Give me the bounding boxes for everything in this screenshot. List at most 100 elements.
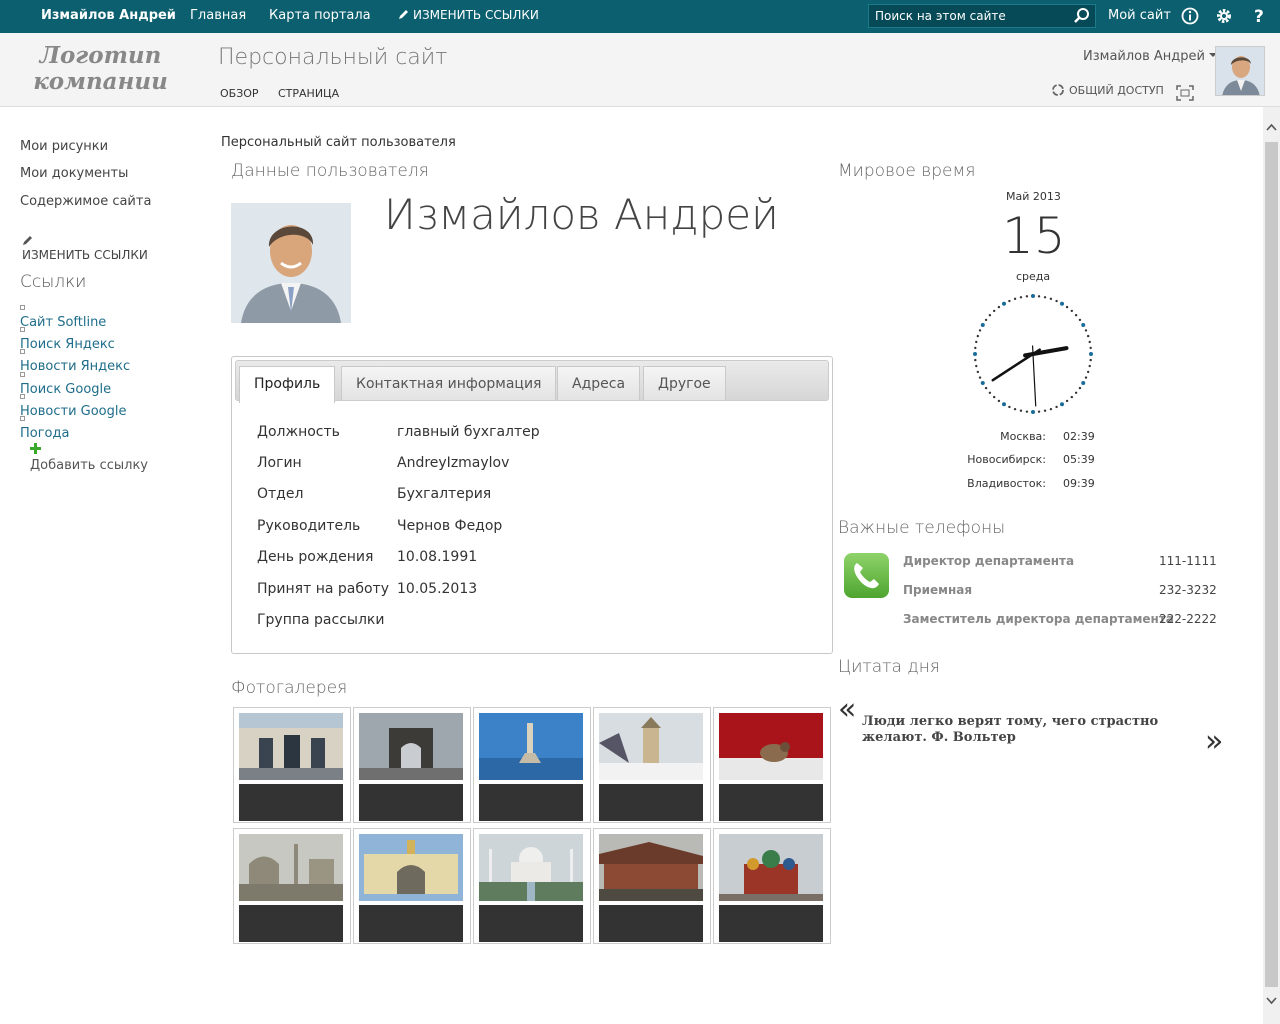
share-icon [1052,84,1064,96]
phones-title: Важные телефоны [838,518,1006,538]
link-weather[interactable]: Погода [20,411,69,441]
clock-tick [988,313,992,317]
clock-tick [1043,296,1047,299]
gallery-image [359,834,463,901]
gallery-photo[interactable] [593,828,711,944]
nav-edit-links[interactable]: ИЗМЕНИТЬ ССЫЛКИ [22,234,148,262]
user-photo [231,203,351,323]
scrollbar-thumb[interactable] [1265,142,1278,987]
tab-contact-info[interactable]: Контактная информация [341,366,557,400]
gallery-photo[interactable] [233,707,351,823]
profile-label: Группа рассылки [257,612,385,628]
avatar[interactable] [1215,46,1265,96]
clock-tick [1008,405,1011,409]
user-menu[interactable]: Измайлов Андрей [1083,49,1218,64]
subnav-page[interactable]: СТРАНИЦА [278,87,339,100]
phone-icon [844,553,889,598]
clock-tick [992,309,996,313]
clock-tick [1084,376,1088,379]
clock-tick [984,318,988,322]
phone-number: 232-3232 [1159,583,1217,597]
focus-icon[interactable] [1176,85,1194,101]
profile-value: главный бухгалтер [397,424,540,440]
clock-tick [1013,407,1017,411]
clock-tick [1002,301,1006,306]
clock-tick [1002,402,1006,407]
clock-tick [1060,301,1064,306]
vertical-scrollbar[interactable] [1263,107,1280,1024]
clock-tick [975,364,978,368]
share-button[interactable]: ОБЩИЙ ДОСТУП [1051,83,1164,97]
bullet-icon [20,305,25,310]
clock-tick [1078,318,1082,322]
add-link-label: Добавить ссылку [30,458,148,473]
gallery-photo[interactable] [713,828,831,944]
tab-profile[interactable]: Профиль [239,366,336,403]
city-name: Владивосток: [967,477,1046,490]
tab-other[interactable]: Другое [643,366,726,400]
clock-tick [1081,381,1086,385]
pencil-icon [23,236,32,245]
clock-tick [1031,410,1035,414]
clock-tick [975,340,978,344]
search-input[interactable] [869,5,1069,27]
clock-tick [1089,346,1092,350]
topbar-nav-portal-map[interactable]: Карта портала [269,8,371,23]
gallery-photo[interactable] [713,707,831,823]
quote-text: Люди легко верят тому, чего страстно жел… [862,714,1159,745]
topbar-edit-links[interactable]: ИЗМЕНИТЬ ССЫЛКИ [398,8,539,22]
gallery-photo[interactable] [233,828,351,944]
company-logo[interactable]: Логотип компании [33,43,168,95]
suite-bar: Измайлов Андрей Главная Карта портала ИЗ… [0,0,1280,33]
gallery-photo[interactable] [353,828,471,944]
gear-icon[interactable] [1214,6,1234,26]
nav-site-contents[interactable]: Содержимое сайта [20,194,151,209]
info-icon[interactable] [1180,6,1200,26]
clock-tick [997,305,1001,309]
subnav-overview[interactable]: ОБЗОР [220,87,259,100]
plus-icon [30,443,41,454]
clock-tick [1078,386,1082,390]
gallery-image [359,713,463,780]
gallery-caption-area [719,784,823,821]
clock-tick [1043,409,1047,412]
tab-addresses[interactable]: Адреса [557,366,641,400]
scroll-up-icon[interactable] [1266,123,1277,131]
scroll-down-icon[interactable] [1266,997,1277,1005]
phone-contact-name: Приемная [903,583,973,597]
clock-tick [1031,294,1035,298]
topbar-nav-home[interactable]: Главная [190,8,246,23]
logo-line-1: Логотип [39,42,162,69]
help-icon[interactable]: ? [1250,6,1270,26]
avatar-photo [1216,47,1264,95]
clock-tick [1074,391,1078,395]
site-title[interactable]: Персональный сайт [218,45,447,70]
quote-prev-button[interactable]: « [838,692,856,727]
gallery-photo[interactable] [473,828,591,944]
user-full-name: Измайлов Андрей [384,190,779,239]
gallery-photo[interactable] [593,707,711,823]
my-site-link[interactable]: Мой сайт [1108,8,1171,23]
bullet-icon [20,327,25,332]
topbar-user-name[interactable]: Измайлов Андрей [41,8,176,23]
city-name: Москва: [1000,430,1046,443]
clock-tick [1089,352,1093,356]
gallery-photo[interactable] [353,707,471,823]
phone-number: 222-2222 [1159,612,1217,626]
nav-my-documents[interactable]: Мои документы [20,166,128,181]
clock-tick [1037,410,1041,413]
clock-tick [976,334,980,338]
gallery-photo[interactable] [473,707,591,823]
phone-contact-name: Заместитель директора департамента [903,612,1174,626]
profile-label: День рождения [257,549,374,565]
search-icon[interactable] [1073,7,1091,25]
add-link-button[interactable]: Добавить ссылку [30,443,148,473]
nav-my-pictures[interactable]: Мои рисунки [20,139,108,154]
phone-number: 111-1111 [1159,554,1217,568]
gallery-caption-area [599,784,703,821]
gallery-caption-area [479,784,583,821]
gallery-caption-area [359,905,463,942]
quote-next-button[interactable]: » [1205,724,1223,759]
clock-tick [1025,295,1029,298]
clock-tick [1070,309,1074,313]
